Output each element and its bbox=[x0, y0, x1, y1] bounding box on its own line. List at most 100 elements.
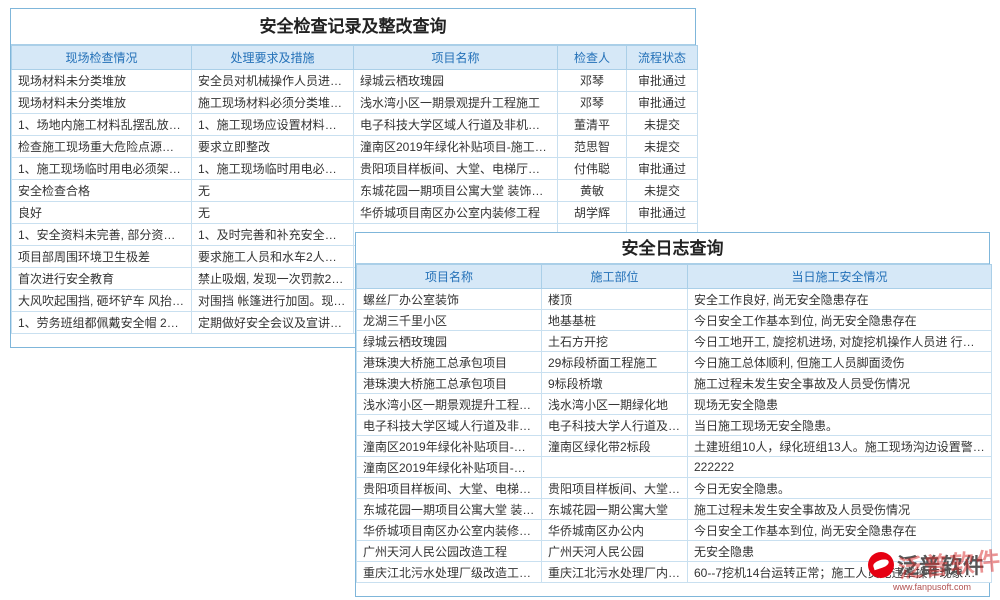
watermark-row: 泛普软件 泛普软件 bbox=[868, 549, 996, 581]
log-project-link[interactable]: 重庆江北污水处理厂级改造工程-道路修复 bbox=[357, 562, 542, 583]
measure-cell: 1、及时完善和补充安全、质检... bbox=[192, 224, 354, 246]
measure-cell: 安全员对机械操作人员进行安全... bbox=[192, 70, 354, 92]
inspection-row: 1、施工现场临时用电必须架空...1、施工现场临时用电必须架空...贵阳项目样板… bbox=[12, 158, 698, 180]
log-row: 螺丝厂办公室装饰楼顶安全工作良好, 尚无安全隐患存在 bbox=[357, 289, 992, 310]
measure-cell: 禁止吸烟, 发现一次罚款2000... bbox=[192, 268, 354, 290]
log-row: 电子科技大学区域人行道及非机动车道工程电子科技大学人行道及非...当日施工现场无… bbox=[357, 415, 992, 436]
site-check-cell: 安全检查合格 bbox=[12, 180, 192, 202]
project-link[interactable]: 华侨城项目南区办公室内装修工程 bbox=[354, 202, 558, 224]
log-note-cell: 今日安全工作基本到位, 尚无安全隐患存在 bbox=[688, 310, 992, 331]
status-cell: 未提交 bbox=[627, 180, 698, 202]
log-project-link[interactable]: 广州天河人民公园改造工程 bbox=[357, 541, 542, 562]
inspector-link[interactable]: 黄敏 bbox=[558, 180, 627, 202]
inspection-row: 良好无华侨城项目南区办公室内装修工程胡学辉审批通过 bbox=[12, 202, 698, 224]
col-header-status[interactable]: 流程状态 bbox=[627, 46, 698, 70]
measure-cell: 1、施工现场应设置材料临时摆... bbox=[192, 114, 354, 136]
log-row: 贵阳项目样板间、大堂、电梯厅装修工程贵阳项目样板间、大堂、...今日无安全隐患。 bbox=[357, 478, 992, 499]
log-part-cell: 土石方开挖 bbox=[542, 331, 688, 352]
inspector-link[interactable]: 胡学辉 bbox=[558, 202, 627, 224]
site-check-cell: 大风吹起围挡, 砸坏铲车 风抬玻... bbox=[12, 290, 192, 312]
measure-cell: 要求立即整改 bbox=[192, 136, 354, 158]
project-link[interactable]: 浅水湾小区一期景观提升工程施工 bbox=[354, 92, 558, 114]
status-cell: 未提交 bbox=[627, 136, 698, 158]
log-row: 东城花园一期项目公寓大堂 装饰工程东城花园一期公寓大堂施工过程未发生安全事故及人… bbox=[357, 499, 992, 520]
watermark: 泛普软件 泛普软件 www.fanpusoft.com bbox=[868, 549, 996, 599]
watermark-url-text: www.fanpusoft.com bbox=[868, 582, 996, 592]
log-project-link[interactable]: 电子科技大学区域人行道及非机动车道工程 bbox=[357, 415, 542, 436]
status-cell: 未提交 bbox=[627, 114, 698, 136]
log-note-cell: 土建班组10人，绿化班组13人。施工现场沟边设置警示标识，... bbox=[688, 436, 992, 457]
inspector-link[interactable]: 邓琴 bbox=[558, 92, 627, 114]
log-part-cell: 东城花园一期公寓大堂 bbox=[542, 499, 688, 520]
log-part-cell: 地基基桩 bbox=[542, 310, 688, 331]
fanpu-logo-icon bbox=[868, 552, 894, 578]
inspector-link[interactable]: 董清平 bbox=[558, 114, 627, 136]
status-cell: 审批通过 bbox=[627, 202, 698, 224]
log-note-cell: 安全工作良好, 尚无安全隐患存在 bbox=[688, 289, 992, 310]
log-row: 华侨城项目南区办公室内装修工程华侨城南区办公内今日安全工作基本到位, 尚无安全隐… bbox=[357, 520, 992, 541]
project-link[interactable]: 绿城云栖玫瑰园 bbox=[354, 70, 558, 92]
log-note-cell: 施工过程未发生安全事故及人员受伤情况 bbox=[688, 499, 992, 520]
log-row: 港珠澳大桥施工总承包项目9标段桥墩施工过程未发生安全事故及人员受伤情况 bbox=[357, 373, 992, 394]
log-row: 浅水湾小区一期景观提升工程施工浅水湾小区一期绿化地现场无安全隐患 bbox=[357, 394, 992, 415]
inspector-link[interactable]: 付伟聪 bbox=[558, 158, 627, 180]
project-link[interactable]: 贵阳项目样板间、大堂、电梯厅装修工程 bbox=[354, 158, 558, 180]
log-part-cell: 浅水湾小区一期绿化地 bbox=[542, 394, 688, 415]
log-part-cell: 重庆江北污水处理厂内部... bbox=[542, 562, 688, 583]
log-part-cell: 9标段桥墩 bbox=[542, 373, 688, 394]
log-window: 安全日志查询 项目名称 施工部位 当日施工安全情况 螺丝厂办公室装饰楼顶安全工作… bbox=[355, 232, 990, 597]
col-header-measures[interactable]: 处理要求及措施 bbox=[192, 46, 354, 70]
log-note-cell: 222222 bbox=[688, 457, 992, 478]
site-check-cell: 现场材料未分类堆放 bbox=[12, 70, 192, 92]
log-project-link[interactable]: 港珠澳大桥施工总承包项目 bbox=[357, 373, 542, 394]
log-row: 绿城云栖玫瑰园土石方开挖今日工地开工, 旋挖机进场, 对旋挖机操作人员进 行安全… bbox=[357, 331, 992, 352]
log-row: 龙湖三千里小区地基基桩今日安全工作基本到位, 尚无安全隐患存在 bbox=[357, 310, 992, 331]
measure-cell: 1、施工现场临时用电必须架空... bbox=[192, 158, 354, 180]
site-check-cell: 项目部周围环境卫生极差 bbox=[12, 246, 192, 268]
log-part-cell: 29标段桥面工程施工 bbox=[542, 352, 688, 373]
watermark-brand-text: 泛普软件 bbox=[897, 550, 985, 580]
log-project-link[interactable]: 贵阳项目样板间、大堂、电梯厅装修工程 bbox=[357, 478, 542, 499]
log-project-link[interactable]: 绿城云栖玫瑰园 bbox=[357, 331, 542, 352]
log-note-cell: 施工过程未发生安全事故及人员受伤情况 bbox=[688, 373, 992, 394]
log-project-link[interactable]: 东城花园一期项目公寓大堂 装饰工程 bbox=[357, 499, 542, 520]
site-check-cell: 现场材料未分类堆放 bbox=[12, 92, 192, 114]
log-row: 潼南区2019年绿化补贴项目-施工2标段 222222 bbox=[357, 457, 992, 478]
measure-cell: 对围挡 帐篷进行加固。现场规... bbox=[192, 290, 354, 312]
log-project-link[interactable]: 潼南区2019年绿化补贴项目-施工2标段 bbox=[357, 457, 542, 478]
col-header-project[interactable]: 项目名称 bbox=[354, 46, 558, 70]
log-project-link[interactable]: 螺丝厂办公室装饰 bbox=[357, 289, 542, 310]
log-project-link[interactable]: 华侨城项目南区办公室内装修工程 bbox=[357, 520, 542, 541]
inspector-link[interactable]: 邓琴 bbox=[558, 70, 627, 92]
log-part-cell: 广州天河人民公园 bbox=[542, 541, 688, 562]
log-project-link[interactable]: 龙湖三千里小区 bbox=[357, 310, 542, 331]
inspector-link[interactable]: 范思智 bbox=[558, 136, 627, 158]
log-part-cell bbox=[542, 457, 688, 478]
project-link[interactable]: 东城花园一期项目公寓大堂 装饰工程 bbox=[354, 180, 558, 202]
project-link[interactable]: 电子科技大学区域人行道及非机动车道工程 bbox=[354, 114, 558, 136]
measure-cell: 施工现场材料必须分类堆放整齐... bbox=[192, 92, 354, 114]
col-header-log-note[interactable]: 当日施工安全情况 bbox=[688, 265, 992, 289]
status-cell: 审批通过 bbox=[627, 92, 698, 114]
site-check-cell: 1、劳务班组都佩戴安全帽 2、安... bbox=[12, 312, 192, 334]
site-check-cell: 1、安全资料未完善, 部分资料丢... bbox=[12, 224, 192, 246]
site-check-cell: 检查施工现场重大危险点源和文... bbox=[12, 136, 192, 158]
inspection-row: 检查施工现场重大危险点源和文...要求立即整改潼南区2019年绿化补贴项目-施工… bbox=[12, 136, 698, 158]
log-table-body: 螺丝厂办公室装饰楼顶安全工作良好, 尚无安全隐患存在龙湖三千里小区地基基桩今日安… bbox=[357, 289, 992, 583]
project-link[interactable]: 潼南区2019年绿化补贴项目-施工2标段 bbox=[354, 136, 558, 158]
log-part-cell: 华侨城南区办公内 bbox=[542, 520, 688, 541]
inspection-header-row: 现场检查情况 处理要求及措施 项目名称 检查人 流程状态 bbox=[12, 46, 698, 70]
log-project-link[interactable]: 港珠澳大桥施工总承包项目 bbox=[357, 352, 542, 373]
col-header-inspector[interactable]: 检查人 bbox=[558, 46, 627, 70]
col-header-log-part[interactable]: 施工部位 bbox=[542, 265, 688, 289]
log-project-link[interactable]: 潼南区2019年绿化补贴项目-施工2标段 bbox=[357, 436, 542, 457]
log-project-link[interactable]: 浅水湾小区一期景观提升工程施工 bbox=[357, 394, 542, 415]
inspection-row: 现场材料未分类堆放施工现场材料必须分类堆放整齐...浅水湾小区一期景观提升工程施… bbox=[12, 92, 698, 114]
col-header-log-project[interactable]: 项目名称 bbox=[357, 265, 542, 289]
measure-cell: 无 bbox=[192, 202, 354, 224]
log-note-cell: 现场无安全隐患 bbox=[688, 394, 992, 415]
col-header-site-check[interactable]: 现场检查情况 bbox=[12, 46, 192, 70]
log-part-cell: 贵阳项目样板间、大堂、... bbox=[542, 478, 688, 499]
log-row: 港珠澳大桥施工总承包项目29标段桥面工程施工今日施工总体顺利, 但施工人员脚面烫… bbox=[357, 352, 992, 373]
site-check-cell: 1、场地内施工材料乱摆乱放。2... bbox=[12, 114, 192, 136]
